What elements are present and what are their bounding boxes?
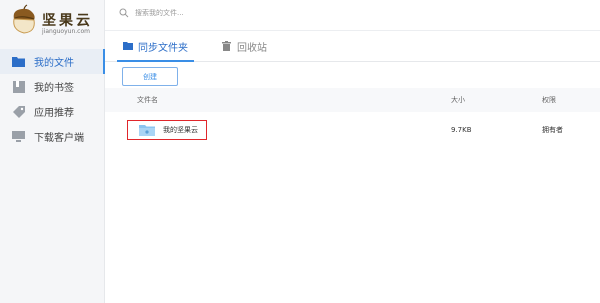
tab-sync-folders[interactable]: 同步文件夹: [117, 31, 194, 62]
search-input[interactable]: [135, 9, 285, 17]
search-icon: [119, 8, 129, 18]
tab-bar: 同步文件夹 回收站: [105, 31, 600, 62]
search-box: [119, 8, 285, 18]
top-bar: [105, 0, 600, 31]
highlight-box: [127, 120, 207, 140]
nut-logo-icon: [13, 4, 35, 34]
tab-recycle-bin[interactable]: 回收站: [222, 31, 267, 61]
sidebar-item-label: 我的书签: [34, 83, 74, 94]
column-header-permission: 权限: [542, 96, 556, 104]
sidebar-item-apps[interactable]: 应用推荐: [0, 99, 104, 124]
tag-icon: [12, 105, 25, 118]
sidebar-nav: 我的文件 我的书签 应用推荐 下载客户端: [0, 49, 105, 149]
sidebar-item-label: 下载客户端: [34, 133, 84, 144]
monitor-icon: [12, 131, 25, 143]
app-domain: jianguoyun.com: [42, 28, 90, 35]
sidebar-item-bookmarks[interactable]: 我的书签: [0, 74, 104, 99]
folder-icon: [123, 41, 133, 51]
sidebar: 坚果云 jianguoyun.com 我的文件 我的书签 应用推荐 下载客户端: [0, 0, 105, 303]
trash-icon: [222, 41, 232, 51]
folder-icon: [12, 56, 25, 68]
tab-label: 同步文件夹: [138, 42, 188, 54]
column-header-name[interactable]: 文件名: [137, 88, 158, 112]
bookmark-icon: [12, 80, 25, 93]
column-header-size[interactable]: 大小: [451, 88, 465, 112]
file-permission: 拥有者: [542, 126, 563, 134]
app-name: 坚果云: [42, 13, 93, 29]
sidebar-item-my-files[interactable]: 我的文件: [0, 49, 105, 74]
tab-label: 回收站: [237, 42, 267, 54]
create-button[interactable]: 创建: [122, 67, 178, 86]
sidebar-item-label: 应用推荐: [34, 108, 74, 119]
file-table-header: 文件名 大小 权限: [105, 88, 600, 112]
sidebar-item-download-client[interactable]: 下载客户端: [0, 124, 104, 149]
app-logo[interactable]: 坚果云 jianguoyun.com: [8, 4, 104, 40]
file-size: 9.7KB: [451, 126, 472, 134]
sidebar-item-label: 我的文件: [34, 58, 74, 69]
